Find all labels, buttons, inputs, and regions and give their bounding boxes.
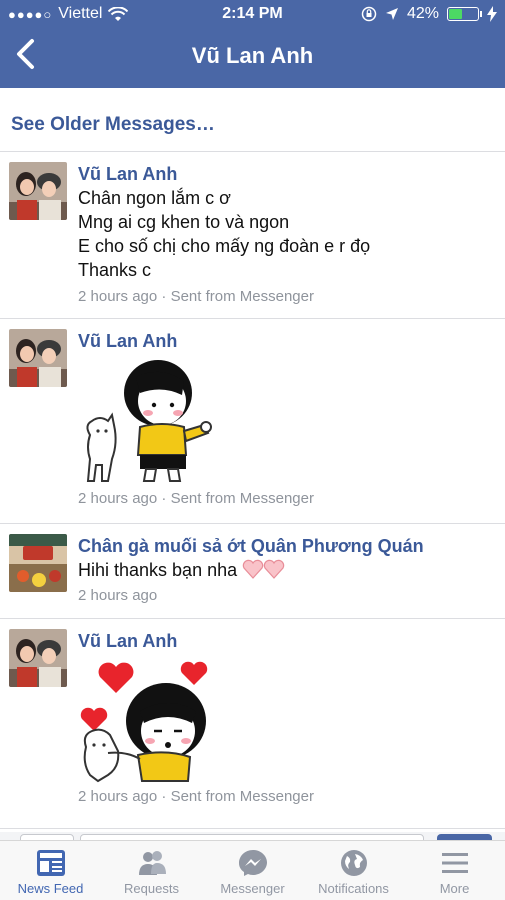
message-source: Sent from Messenger xyxy=(170,788,314,805)
status-right: 42% xyxy=(361,5,497,23)
see-older-messages-label: See Older Messages… xyxy=(11,114,215,135)
message-meta: 2 hours ago · Sent from Messenger xyxy=(78,489,495,509)
tab-bar: News Feed Requests Messenger Notificatio… xyxy=(0,840,505,900)
message-item: Vũ Lan Anh Chân ngon lắm c ơ Mng ai cg k… xyxy=(0,152,505,319)
avatar[interactable] xyxy=(9,329,67,387)
message-time: 2 hours ago xyxy=(78,490,158,507)
tab-notifications[interactable]: Notifications xyxy=(303,841,404,900)
message-thread[interactable]: See Older Messages… Vũ Lan Anh Chân ngon… xyxy=(0,88,505,834)
tab-label: More xyxy=(439,881,470,896)
tab-label: News Feed xyxy=(17,881,84,896)
battery-icon xyxy=(447,7,482,21)
meta-separator: · xyxy=(161,288,167,305)
message-text-content: Hihi thanks bạn nha xyxy=(78,560,238,580)
sticker-girl-kiss-hearts-icon[interactable] xyxy=(78,655,218,785)
battery-percent: 42% xyxy=(406,5,439,22)
message-item: Chân gà muối sả ớt Quân Phương Quán Hihi… xyxy=(0,524,505,619)
tab-requests[interactable]: Requests xyxy=(101,841,202,900)
tab-label: Requests xyxy=(124,881,179,896)
avatar[interactable] xyxy=(9,629,67,687)
message-text-line: Mng ai cg khen to và ngon xyxy=(78,212,290,232)
charging-icon xyxy=(487,6,497,22)
sticker-girl-thumbs-up-icon[interactable] xyxy=(78,355,213,485)
rotation-lock-icon xyxy=(361,6,377,22)
message-time: 2 hours ago xyxy=(78,587,158,604)
tab-label: Notifications xyxy=(318,881,389,896)
hamburger-icon xyxy=(441,853,468,873)
message-sender[interactable]: Vũ Lan Anh xyxy=(78,162,495,186)
message-text-line: Thanks c xyxy=(78,260,152,280)
globe-icon xyxy=(340,850,367,876)
meta-separator: · xyxy=(161,490,167,507)
tab-more[interactable]: More xyxy=(404,841,505,900)
message-text-line: E cho số chị cho mấy ng đoàn e r đọ xyxy=(78,236,371,256)
messenger-icon xyxy=(238,850,267,876)
location-icon xyxy=(385,8,398,20)
message-meta: 2 hours ago · Sent from Messenger xyxy=(78,787,495,807)
conversation-title: Vũ Lan Anh xyxy=(191,43,314,68)
tab-messenger[interactable]: Messenger xyxy=(202,841,303,900)
pink-hearts-icon xyxy=(242,559,285,579)
meta-separator: · xyxy=(161,788,167,805)
tab-news-feed[interactable]: News Feed xyxy=(0,841,101,900)
message-text-line: Chân ngon lắm c ơ xyxy=(78,188,231,208)
see-older-messages-link[interactable]: See Older Messages… xyxy=(0,96,505,152)
message-source: Sent from Messenger xyxy=(170,288,314,305)
nav-bar: Vũ Lan Anh xyxy=(0,28,505,88)
message-meta: 2 hours ago · Sent from Messenger xyxy=(78,287,495,307)
tab-label: Messenger xyxy=(220,881,285,896)
message-sender[interactable]: Chân gà muối sả ớt Quân Phương Quán xyxy=(78,534,495,558)
message-text: Hihi thanks bạn nha xyxy=(78,558,495,582)
composer xyxy=(0,832,505,840)
message-time: 2 hours ago xyxy=(78,788,158,805)
message-time: 2 hours ago xyxy=(78,288,158,305)
status-bar: ●●●●○ Viettel 2:14 PM 42% xyxy=(0,0,505,28)
message-sender[interactable]: Vũ Lan Anh xyxy=(78,629,495,653)
news-feed-icon xyxy=(36,850,65,876)
message-item: Vũ Lan Anh 2 hours ago · Sent from Messe… xyxy=(0,319,505,524)
friend-requests-icon xyxy=(138,851,166,875)
avatar[interactable] xyxy=(9,162,67,220)
message-source: Sent from Messenger xyxy=(170,490,314,507)
message-sender[interactable]: Vũ Lan Anh xyxy=(78,329,495,353)
page-avatar[interactable] xyxy=(9,534,67,592)
top-bar: ●●●●○ Viettel 2:14 PM 42% Vũ Lan Anh xyxy=(0,0,505,88)
message-item: Vũ Lan Anh 2 hours ago · Sent from Messe… xyxy=(0,619,505,829)
